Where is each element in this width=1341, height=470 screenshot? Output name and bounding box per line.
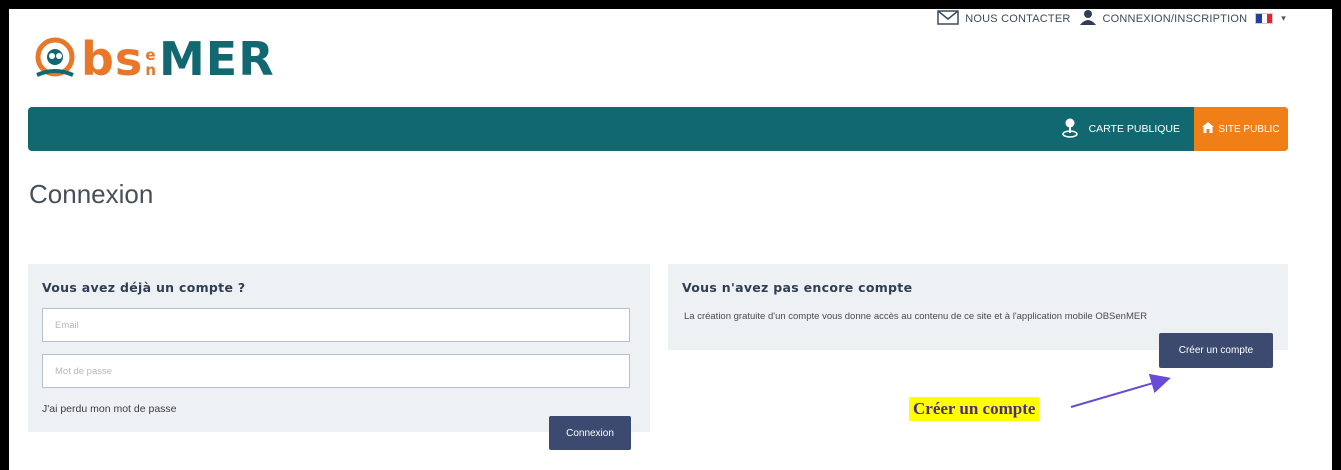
contact-link[interactable]: NOUS CONTACTER (937, 9, 1071, 28)
signup-heading: Vous n'avez pas encore compte (682, 280, 913, 295)
forgot-password-link[interactable]: J'ai perdu mon mot de passe (42, 403, 177, 415)
top-links: NOUS CONTACTER CONNEXION/INSCRIPTION ▾ (937, 9, 1286, 28)
page-title: Connexion (29, 179, 154, 209)
login-label: CONNEXION/INSCRIPTION (1102, 12, 1248, 25)
nav-site-label: SITE PUBLIC (1218, 123, 1280, 135)
obsenmer-logo[interactable]: bs e n MER (33, 29, 275, 89)
page-frame: bs e n MER NOUS CONTACTER CONNEXION/INSCRIP… (9, 9, 1332, 470)
map-pin-icon (1061, 117, 1079, 142)
france-flag-icon (1255, 13, 1274, 24)
contact-label: NOUS CONTACTER (965, 12, 1071, 25)
user-icon (1079, 9, 1097, 28)
create-account-button[interactable]: Créer un compte (1159, 333, 1273, 368)
nav-carte-label: CARTE PUBLIQUE (1088, 123, 1180, 135)
login-panel: Vous avez déjà un compte ? J'ai perdu mo… (28, 264, 650, 432)
password-field[interactable] (42, 354, 630, 388)
logo-text-mer: MER (159, 32, 275, 86)
nav-carte-publique[interactable]: CARTE PUBLIQUE (1051, 107, 1190, 151)
logo-text-bs: bs (81, 32, 144, 86)
logo-binocular-icon (33, 37, 77, 81)
email-field[interactable] (42, 308, 630, 342)
main-navbar: CARTE PUBLIQUE SITE PUBLIC (28, 107, 1288, 151)
logo-text-en: en (145, 46, 157, 79)
login-heading: Vous avez déjà un compte ? (42, 280, 246, 295)
signup-description: La création gratuite d'un compte vous do… (684, 311, 1148, 322)
login-link[interactable]: CONNEXION/INSCRIPTION (1079, 9, 1248, 28)
chevron-down-icon: ▾ (1281, 13, 1286, 23)
envelope-icon (937, 9, 959, 28)
home-icon (1202, 122, 1215, 136)
connexion-button[interactable]: Connexion (549, 416, 631, 450)
nav-site-public[interactable]: SITE PUBLIC (1194, 107, 1288, 151)
language-selector[interactable]: ▾ (1255, 13, 1286, 24)
annotation-highlight: Créer un compte (909, 397, 1040, 421)
